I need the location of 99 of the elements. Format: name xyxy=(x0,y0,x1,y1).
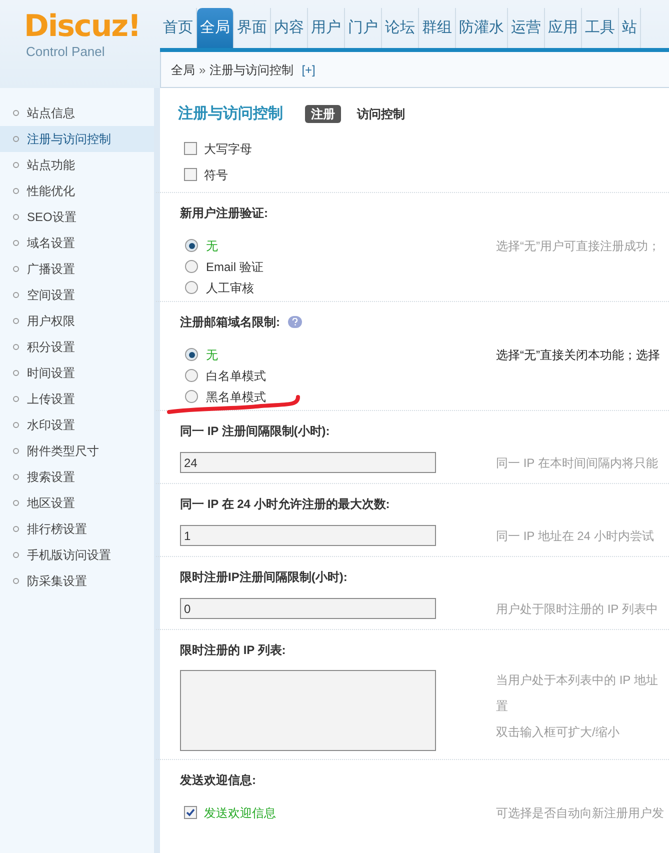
radio-button[interactable] xyxy=(185,260,198,273)
radio-label: Email 验证 xyxy=(206,258,264,276)
sidebar-item[interactable]: 水印设置 xyxy=(0,412,154,438)
bullet-icon xyxy=(13,526,19,532)
checkbox[interactable] xyxy=(184,168,197,181)
bullet-icon xyxy=(13,500,19,506)
radio-button[interactable] xyxy=(185,239,198,252)
logo-subtitle: Control Panel xyxy=(25,43,105,61)
section-tab[interactable]: 访问控制 xyxy=(351,105,411,124)
setting-label: 注册邮箱域名限制: xyxy=(180,314,280,330)
bullet-icon xyxy=(13,448,19,454)
sidebar-item[interactable]: 用户权限 xyxy=(0,308,154,334)
hint-text: 可选择是否自动向新注册用户发 xyxy=(496,804,664,822)
nav-tab[interactable]: 全局 xyxy=(197,8,234,48)
check-icon xyxy=(186,808,195,817)
radio-label: 无 xyxy=(206,346,218,364)
checkbox[interactable] xyxy=(184,806,197,819)
setting-label: 同一 IP 在 24 小时允许注册的最大次数: xyxy=(180,496,390,512)
sidebar-item[interactable]: 搜索设置 xyxy=(0,464,154,490)
bullet-icon xyxy=(13,396,19,402)
sidebar-item[interactable]: 手机版访问设置 xyxy=(0,542,154,568)
sidebar-item[interactable]: 注册与访问控制 xyxy=(0,126,154,152)
breadcrumb-current: 注册与访问控制 xyxy=(210,62,294,78)
bullet-icon xyxy=(13,110,19,116)
breadcrumb-separator: » xyxy=(199,62,206,78)
nav-tab[interactable]: 门户 xyxy=(345,8,382,48)
setting-label: 同一 IP 注册间隔限制(小时): xyxy=(180,422,330,440)
setting-label: 限时注册IP注册间隔限制(小时): xyxy=(180,568,348,586)
text-field[interactable]: 1 xyxy=(180,525,436,546)
nav-tab[interactable]: 内容 xyxy=(271,8,308,48)
nav-tab[interactable]: 界面 xyxy=(234,8,271,48)
bullet-icon xyxy=(13,474,19,480)
radio-button[interactable] xyxy=(185,390,198,403)
text-field[interactable]: 0 xyxy=(180,598,436,619)
radio-label: 无 xyxy=(206,238,218,254)
hint-text: 选择“无”用户可直接注册成功； xyxy=(496,238,660,254)
breadcrumb-link[interactable]: 全局 xyxy=(171,60,195,78)
sidebar-item[interactable]: SEO设置 xyxy=(0,204,154,230)
checkbox-label: 符号 xyxy=(204,166,228,184)
radio-label: 黑名单模式 xyxy=(206,388,266,406)
sidebar-item[interactable]: 空间设置 xyxy=(0,282,154,308)
sidebar-item[interactable]: 附件类型尺寸 xyxy=(0,438,154,464)
sidebar-item[interactable]: 排行榜设置 xyxy=(0,516,154,542)
nav-tab[interactable]: 应用 xyxy=(545,8,582,48)
bullet-icon xyxy=(13,162,19,168)
help-icon[interactable] xyxy=(288,316,302,328)
radio-label: 人工审核 xyxy=(206,280,254,296)
setting-label: 限时注册的 IP 列表: xyxy=(180,642,286,658)
hint-text: 同一 IP 在本时间间隔内将只能 xyxy=(496,454,658,472)
add-shortcut-link[interactable]: [+] xyxy=(302,60,316,78)
nav-tab[interactable]: 论坛 xyxy=(382,8,419,48)
bullet-icon xyxy=(13,344,19,350)
sidebar-item[interactable]: 地区设置 xyxy=(0,490,154,516)
hint-text: 同一 IP 地址在 24 小时内尝试 xyxy=(496,528,654,544)
hint-text: 用户处于限时注册的 IP 列表中 xyxy=(496,600,658,618)
sidebar-item[interactable]: 性能优化 xyxy=(0,178,154,204)
radio-button[interactable] xyxy=(185,369,198,382)
sidebar-item[interactable]: 广播设置 xyxy=(0,256,154,282)
bullet-icon xyxy=(13,266,19,272)
radio-button[interactable] xyxy=(185,281,198,294)
hint-text: 双击输入框可扩大/缩小 xyxy=(496,724,620,740)
checkbox-label: 大写字母 xyxy=(204,140,252,158)
text-field[interactable]: 24 xyxy=(180,452,436,473)
bullet-icon xyxy=(13,136,19,142)
setting-label: 发送欢迎信息: xyxy=(180,772,256,788)
nav-tab[interactable]: 用户 xyxy=(308,8,345,48)
sidebar-item[interactable]: 积分设置 xyxy=(0,334,154,360)
nav-tab[interactable]: 工具 xyxy=(582,8,619,48)
bullet-icon xyxy=(13,552,19,558)
hint-text: 当用户处于本列表中的 IP 地址 xyxy=(496,672,658,688)
sidebar-item[interactable]: 防采集设置 xyxy=(0,568,154,594)
bullet-icon xyxy=(13,214,19,220)
setting-label: 新用户注册验证: xyxy=(180,204,268,222)
hint-text: 选择“无”直接关闭本功能；选择 xyxy=(496,346,660,364)
radio-label: 白名单模式 xyxy=(206,368,266,384)
logo-text: Discuz! xyxy=(24,12,140,42)
sidebar-item[interactable]: 时间设置 xyxy=(0,360,154,386)
checkbox-label: 发送欢迎信息 xyxy=(204,804,276,822)
page-title: 注册与访问控制 xyxy=(178,104,283,124)
bullet-icon xyxy=(13,240,19,246)
hint-text: 置 xyxy=(496,698,509,714)
section-tab[interactable]: 注册 xyxy=(305,105,341,124)
bullet-icon xyxy=(13,422,19,428)
sidebar-item[interactable]: 上传设置 xyxy=(0,386,154,412)
nav-tab[interactable]: 群组 xyxy=(419,8,456,48)
bullet-icon xyxy=(13,318,19,324)
bullet-icon xyxy=(13,578,19,584)
checkbox[interactable] xyxy=(184,142,197,155)
bullet-icon xyxy=(13,292,19,298)
nav-tab[interactable]: 运营 xyxy=(508,8,545,48)
bullet-icon xyxy=(13,188,19,194)
nav-tab[interactable]: 防灌水 xyxy=(456,8,508,48)
radio-button[interactable] xyxy=(185,348,198,361)
sidebar-item[interactable]: 站点信息 xyxy=(0,100,154,126)
sidebar-item[interactable]: 域名设置 xyxy=(0,230,154,256)
nav-tab[interactable]: 站 xyxy=(619,8,641,48)
bullet-icon xyxy=(13,370,19,376)
sidebar-item[interactable]: 站点功能 xyxy=(0,152,154,178)
text-area[interactable] xyxy=(180,670,436,750)
